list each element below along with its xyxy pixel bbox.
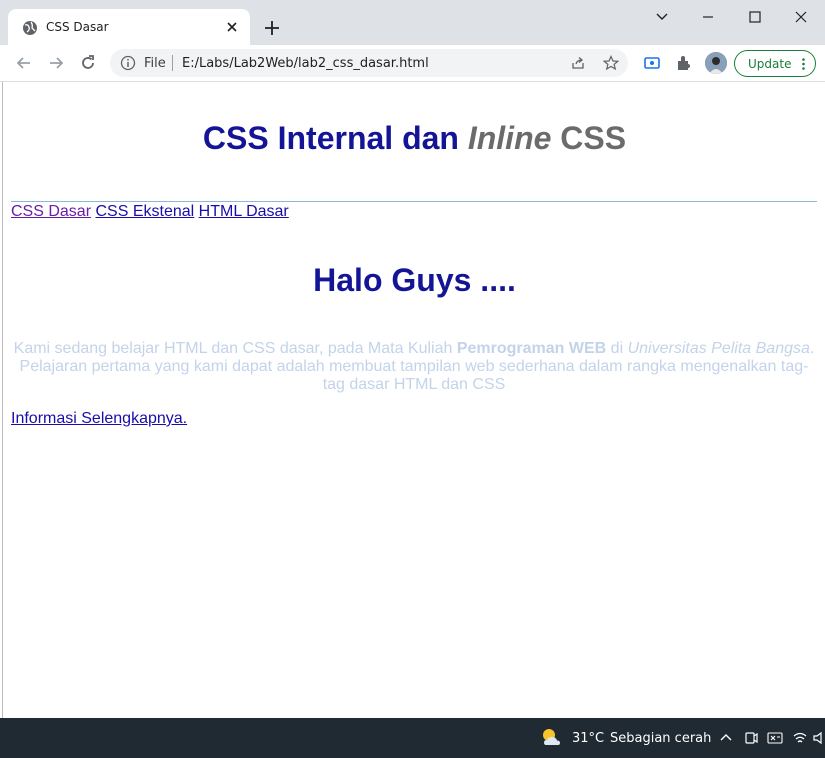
url-text[interactable]: E:/Labs/Lab2Web/lab2_css_dasar.html	[182, 56, 429, 71]
tab-strip: CSS Dasar	[0, 0, 825, 45]
tab-css-dasar[interactable]: CSS Dasar	[8, 9, 250, 45]
title-inline: Inline	[467, 120, 552, 156]
nav-links: CSS Dasar CSS Ekstenal HTML Dasar	[11, 202, 289, 222]
weather-temperature[interactable]: 31°C	[572, 731, 604, 746]
tab-title: CSS Dasar	[46, 20, 109, 34]
volume-icon[interactable]	[812, 730, 825, 746]
nav-link-html-dasar[interactable]: HTML Dasar	[199, 203, 289, 220]
page-title: CSS Internal dan Inline CSS	[3, 120, 825, 157]
omnibox-separator	[172, 55, 173, 71]
nav-link-css-dasar[interactable]: CSS Dasar	[11, 203, 91, 220]
more-info-link[interactable]: Informasi Selengkapnya.	[11, 410, 187, 428]
browser-toolbar: File E:/Labs/Lab2Web/lab2_css_dasar.html…	[0, 45, 825, 82]
partly-cloudy-icon[interactable]	[540, 727, 564, 749]
menu-dots-icon	[802, 58, 805, 70]
star-icon[interactable]	[603, 55, 619, 71]
title-part2: CSS	[551, 120, 627, 156]
para-italic: Universitas Pelita Bangsa	[627, 340, 810, 357]
weather-description[interactable]: Sebagian cerah	[610, 731, 711, 746]
forward-arrow-icon[interactable]	[46, 53, 66, 73]
taskbar: 31°C Sebagian cerah	[0, 718, 825, 758]
update-button[interactable]: Update	[734, 50, 816, 77]
share-icon[interactable]	[570, 55, 586, 71]
para-text1: Kami sedang belajar HTML dan CSS dasar, …	[13, 340, 457, 357]
chevron-up-icon[interactable]	[718, 730, 734, 746]
info-icon[interactable]	[120, 55, 136, 71]
chevron-down-icon[interactable]	[652, 8, 672, 26]
close-icon[interactable]	[224, 19, 240, 35]
window-close-icon[interactable]	[791, 8, 811, 26]
new-tab-icon[interactable]	[263, 19, 281, 37]
screen-cast-icon[interactable]	[642, 53, 662, 73]
para-text2: di	[606, 340, 628, 357]
input-indicator-icon[interactable]	[767, 730, 783, 746]
update-label: Update	[748, 57, 792, 71]
subheading: Halo Guys ....	[313, 262, 516, 298]
scheme-label: File	[144, 56, 166, 71]
reload-icon[interactable]	[78, 53, 98, 73]
back-arrow-icon[interactable]	[14, 53, 34, 73]
globe-icon	[23, 21, 37, 35]
meet-now-icon[interactable]	[743, 730, 759, 746]
intro-paragraph: Kami sedang belajar HTML dan CSS dasar, …	[11, 340, 817, 394]
wifi-icon[interactable]	[792, 730, 808, 746]
nav-link-css-ekstenal[interactable]: CSS Ekstenal	[95, 203, 194, 220]
para-bold: Pemrograman WEB	[456, 340, 607, 357]
extensions-icon[interactable]	[674, 53, 694, 73]
page-viewport: CSS Internal dan Inline CSS CSS Dasar CS…	[2, 82, 825, 718]
minimize-icon[interactable]	[698, 8, 718, 26]
address-bar[interactable]: File E:/Labs/Lab2Web/lab2_css_dasar.html	[110, 49, 628, 77]
avatar[interactable]	[705, 52, 727, 74]
title-part1: CSS Internal dan	[202, 120, 468, 156]
maximize-icon[interactable]	[745, 8, 765, 26]
